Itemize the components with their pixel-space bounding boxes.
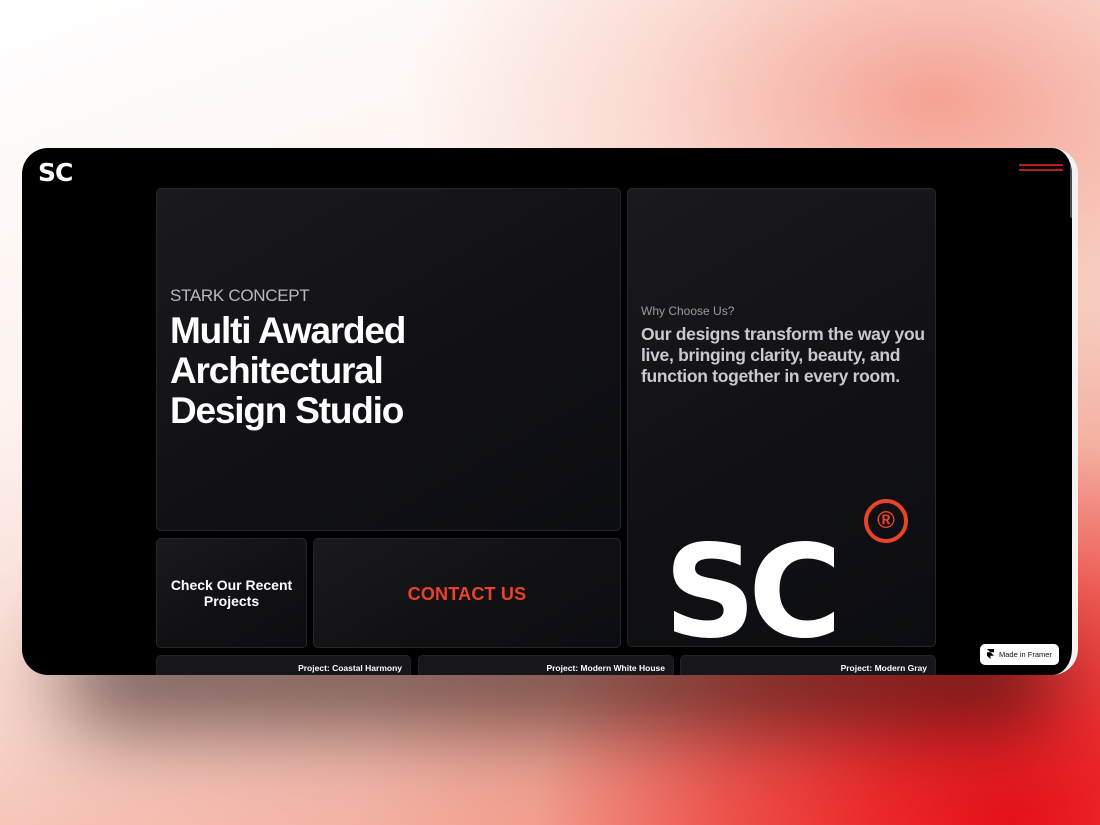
project-label: Project: Modern White House xyxy=(546,663,665,673)
project-label: Project: Coastal Harmony xyxy=(298,663,402,673)
made-in-framer-badge[interactable]: Made in Framer xyxy=(980,644,1059,665)
project-card-modern-white-house[interactable]: Project: Modern White House xyxy=(418,655,674,675)
contact-us-label: CONTACT US xyxy=(407,584,527,604)
made-in-framer-label: Made in Framer xyxy=(999,650,1052,659)
large-registered-mark: ® xyxy=(864,499,908,543)
why-choose-us-card: Why Choose Us? Our designs transform the… xyxy=(627,188,936,647)
hamburger-icon[interactable] xyxy=(1019,164,1063,173)
why-text: Our designs transform the way you live, … xyxy=(641,324,925,386)
browser-window: SC ® STARK CONCEPT Multi Awarded Archite… xyxy=(22,148,1078,675)
hero-title: Multi Awarded Architectural Design Studi… xyxy=(170,310,406,431)
project-card-coastal-harmony[interactable]: Project: Coastal Harmony xyxy=(156,655,411,675)
project-label: Project: Modern Gray xyxy=(840,663,927,673)
framer-icon xyxy=(987,648,994,661)
logo-text: SC xyxy=(38,158,73,183)
hero-card: STARK CONCEPT Multi Awarded Architectura… xyxy=(156,188,621,531)
why-label: Why Choose Us? xyxy=(641,304,735,318)
recent-projects-button[interactable]: Check Our Recent Projects xyxy=(156,538,307,648)
contact-us-button[interactable]: CONTACT US xyxy=(313,538,621,648)
recent-projects-label: Check Our Recent Projects xyxy=(170,577,293,609)
large-logo: SC xyxy=(664,518,842,647)
site-logo[interactable]: SC ® xyxy=(38,156,72,183)
project-card-modern-gray[interactable]: Project: Modern Gray xyxy=(680,655,936,675)
scrollbar-thumb[interactable] xyxy=(1070,152,1072,218)
studio-name: STARK CONCEPT xyxy=(170,286,310,305)
